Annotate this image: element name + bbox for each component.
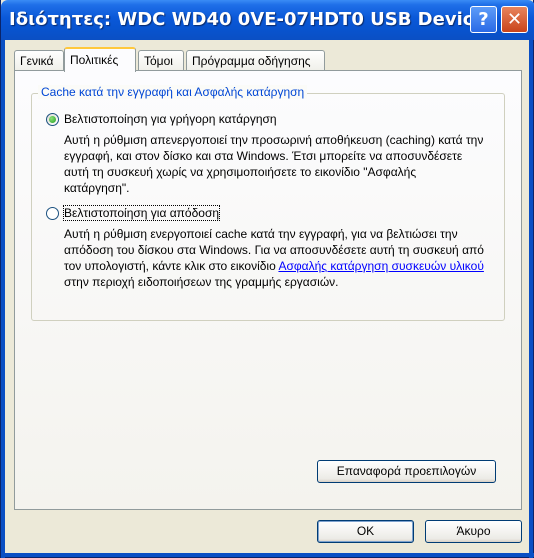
tab-general[interactable]: Γενικά — [14, 50, 64, 70]
ok-button[interactable]: OK — [317, 520, 414, 543]
restore-defaults-button[interactable]: Επαναφορά προεπιλογών — [317, 460, 496, 483]
group-title: Cache κατά την εγγραφή και Ασφαλής κατάρ… — [38, 85, 308, 99]
performance-label[interactable]: Βελτιστοποίηση για απόδοση — [62, 205, 221, 221]
quick-removal-label[interactable]: Βελτιστοποίηση για γρήγορη κατάργηση — [64, 112, 277, 126]
tab-volumes[interactable]: Τόμοι — [138, 50, 184, 70]
window-frame-left — [1, 40, 5, 558]
quick-removal-radio[interactable] — [46, 113, 59, 126]
close-button[interactable]: ✕ — [501, 6, 528, 33]
tab-panel-policies: Cache κατά την εγγραφή και Ασφαλής κατάρ… — [14, 70, 522, 510]
tab-policies[interactable]: Πολιτικές — [64, 47, 136, 72]
radio-selected-dot — [49, 116, 56, 123]
write-cache-group: Cache κατά την εγγραφή και Ασφαλής κατάρ… — [31, 85, 505, 321]
tab-driver[interactable]: Πρόγραμμα οδήγησης — [186, 50, 325, 70]
performance-radio[interactable] — [46, 207, 59, 220]
title-bar[interactable]: Ιδιότητες: WDC WD40 0VE-07HDT0 USB Devic… — [1, 0, 534, 40]
help-button[interactable]: ? — [470, 6, 497, 33]
properties-dialog: Ιδιότητες: WDC WD40 0VE-07HDT0 USB Devic… — [0, 0, 534, 558]
performance-description-text-end: στην περιοχή ειδοποιήσεων της γραμμής ερ… — [64, 275, 339, 289]
cancel-button[interactable]: Άκυρο — [425, 520, 522, 543]
window-frame-right — [529, 40, 533, 558]
window-title: Ιδιότητες: WDC WD40 0VE-07HDT0 USB Devic… — [9, 9, 486, 30]
safely-remove-hardware-link[interactable]: Ασφαλής κατάργηση συσκευών υλικού — [278, 259, 483, 273]
quick-removal-description: Αυτή η ρύθμιση απενεργοποιεί την προσωρι… — [64, 133, 484, 195]
performance-description: Αυτή η ρύθμιση ενεργοποιεί cache κατά τη… — [64, 226, 484, 290]
window-frame-bottom — [1, 553, 534, 557]
